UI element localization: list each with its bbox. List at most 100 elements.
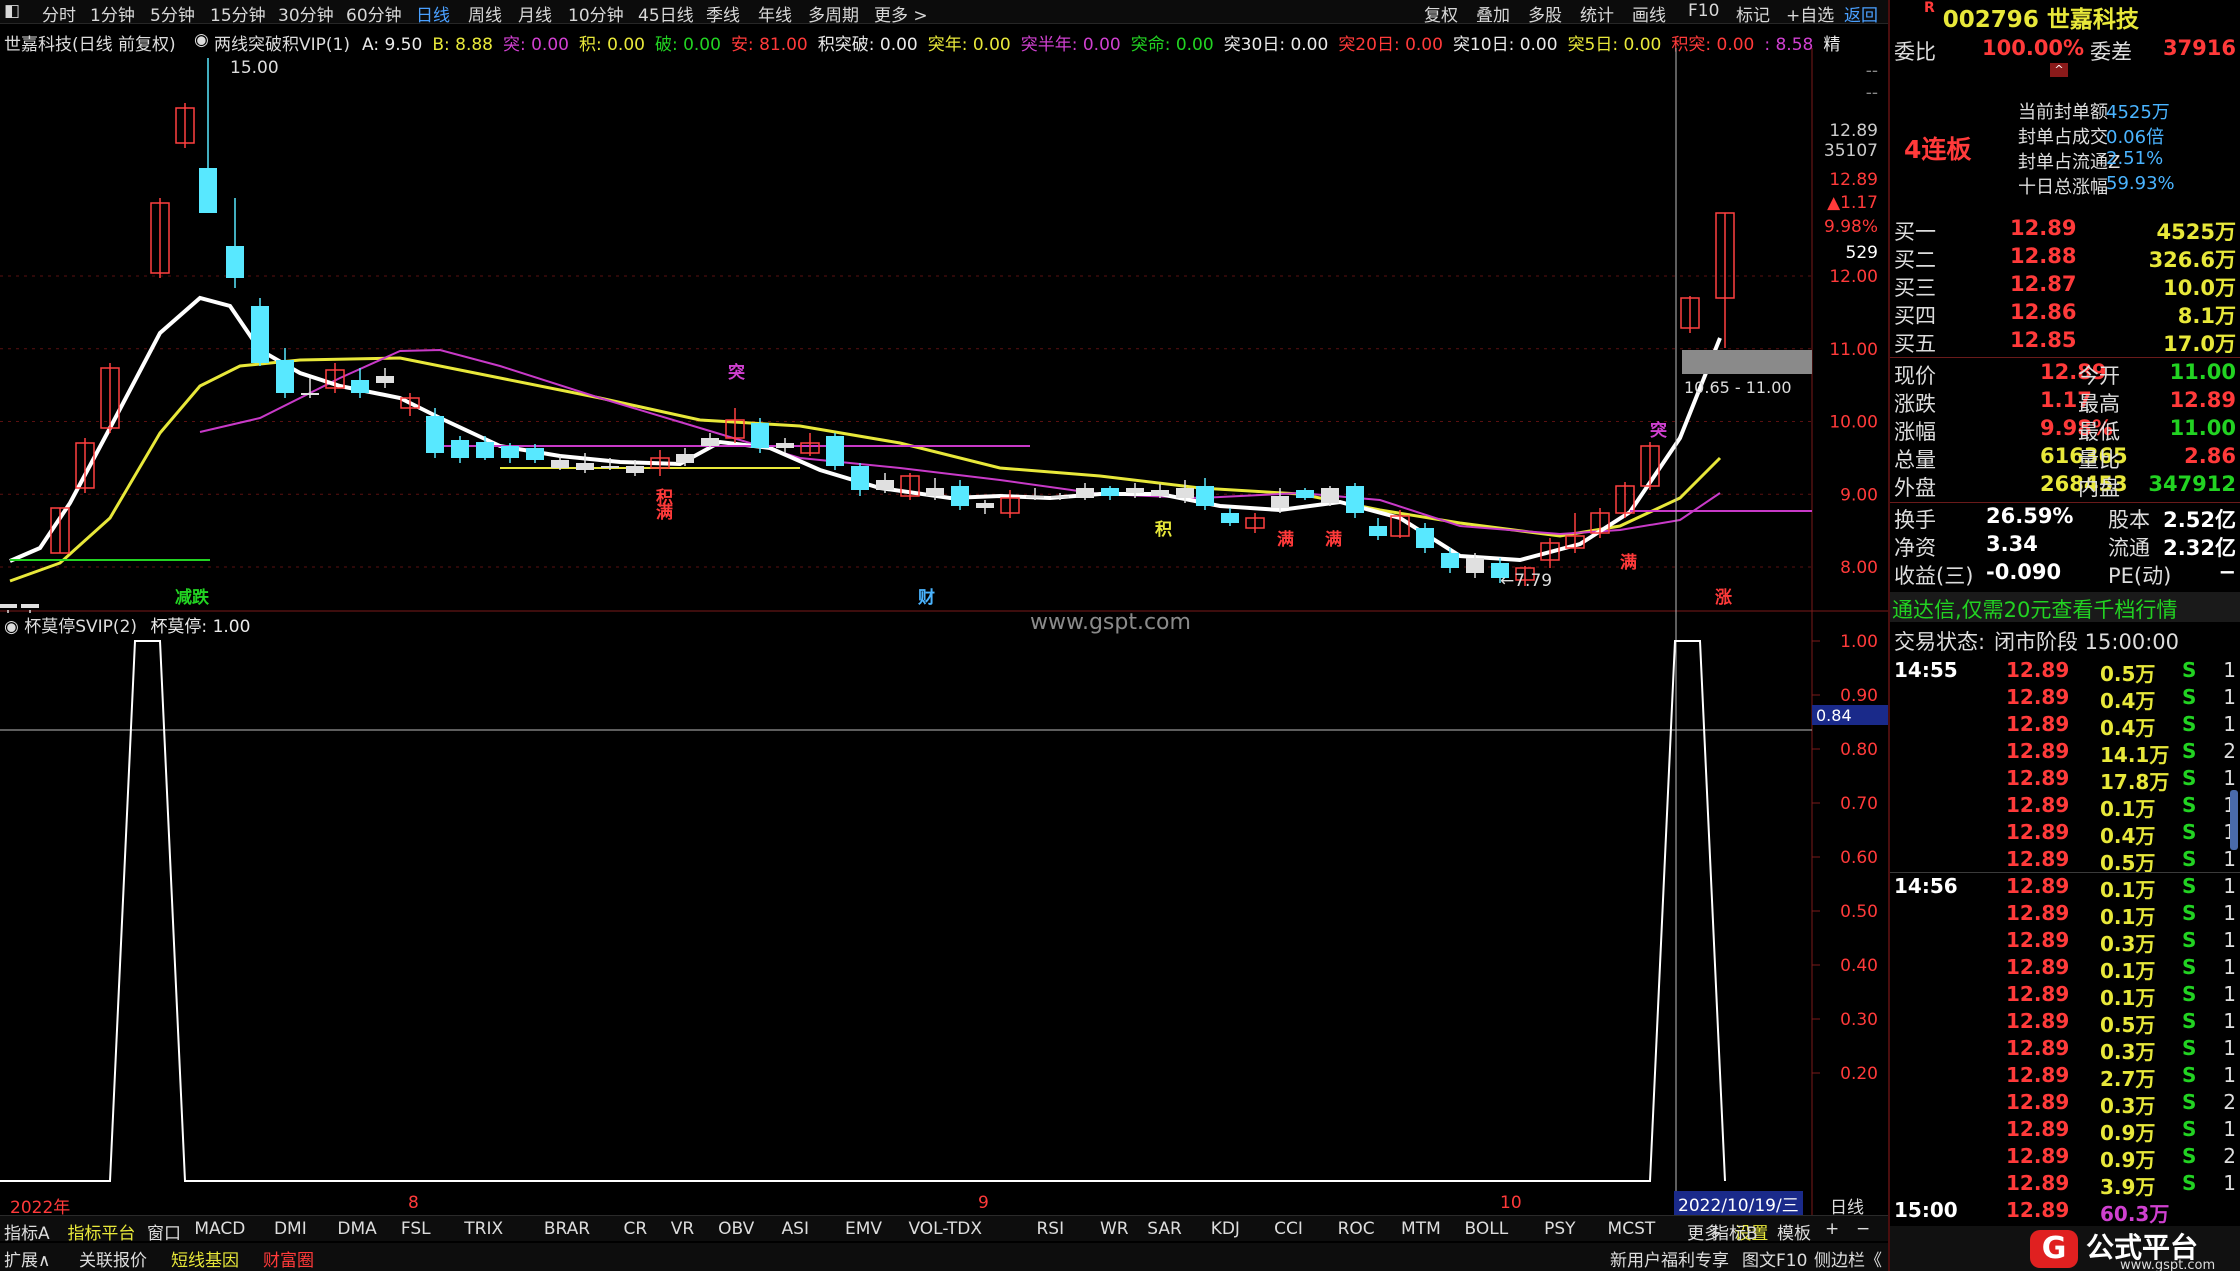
sub-chart-title[interactable]: 杯莫停SVIP(2): [24, 617, 137, 637]
indicator-b-tab[interactable]: +: [1825, 1219, 1839, 1239]
bottom-right-link[interactable]: 新用户福利专享: [1610, 1246, 1729, 1271]
indicator-tab[interactable]: CR: [624, 1219, 648, 1239]
bottom-link[interactable]: 财富圈: [263, 1246, 314, 1271]
indicator-tab[interactable]: FSL: [401, 1219, 431, 1239]
tool-draw[interactable]: 画线: [1632, 1, 1666, 26]
indicator-tab[interactable]: ASI: [782, 1219, 809, 1239]
period-tab[interactable]: 10分钟: [568, 1, 624, 26]
indicator-tab[interactable]: SAR: [1147, 1219, 1182, 1239]
indicator-tab[interactable]: OBV: [718, 1219, 754, 1239]
seal-value: 2.51%: [2106, 148, 2164, 169]
sub-cursor-value: 0.84: [1816, 706, 1852, 725]
candle-body: [376, 376, 394, 383]
indicator-tab[interactable]: PSY: [1544, 1219, 1575, 1239]
period-tab[interactable]: 1分钟: [90, 1, 135, 26]
bottom-link[interactable]: 短线基因: [171, 1246, 239, 1271]
tool-stats[interactable]: 统计: [1580, 1, 1614, 26]
indicator-tab[interactable]: TRIX: [464, 1219, 503, 1239]
indicator-tab[interactable]: BRAR: [544, 1219, 590, 1239]
tick-side: S: [2182, 928, 2197, 952]
candle-body: [526, 448, 544, 460]
tool-mark[interactable]: 标记: [1736, 1, 1770, 26]
bottom-link[interactable]: 扩展∧: [4, 1246, 50, 1271]
period-tab[interactable]: 60分钟: [346, 1, 402, 26]
seal-label: 封单占成交: [2018, 127, 2108, 148]
tool-f10[interactable]: F10: [1688, 1, 1719, 21]
indicator-tab[interactable]: EMV: [845, 1219, 882, 1239]
candle-body: [551, 460, 569, 468]
candle-body: [951, 486, 969, 506]
indicator-tab[interactable]: WR: [1100, 1219, 1129, 1239]
period-tab[interactable]: 分时: [42, 1, 76, 26]
quote-label: 量比: [2078, 448, 2120, 472]
tick-scrollbar[interactable]: [2230, 790, 2238, 850]
candle-body: [1076, 488, 1094, 498]
period-tab[interactable]: 30分钟: [278, 1, 334, 26]
tick-count: 1: [2223, 1063, 2236, 1087]
collapse-icon[interactable]: ^: [2050, 63, 2068, 77]
period-tab-more[interactable]: 更多 >: [874, 1, 928, 26]
indicator-b-tab[interactable]: 指标B: [1712, 1219, 1758, 1244]
period-tab[interactable]: 月线: [518, 1, 552, 26]
menu-icon[interactable]: ◧: [4, 1, 20, 21]
period-tab[interactable]: 年线: [758, 1, 792, 26]
period-tab[interactable]: 15分钟: [210, 1, 266, 26]
indicator-tab[interactable]: 指标A: [4, 1219, 50, 1244]
seal-value: 4525万: [2106, 102, 2170, 123]
indicator-tab[interactable]: MTM: [1401, 1219, 1441, 1239]
promo-banner[interactable]: 通达信,仅需20元查看千档行情: [1890, 592, 2240, 622]
price-tick: 12.00: [1829, 267, 1878, 287]
sub-axis-tick: 1.00: [1840, 632, 1878, 652]
grid-lines: [0, 275, 1812, 568]
candlesticks: 10.65 - 11.00 15.00 ←7.79: [0, 48, 1812, 1215]
kline-chart[interactable]: 10.65 - 11.0015.00←7.79 减跌财涨突积满积满满满突 12.…: [0, 48, 1888, 1215]
tick-side: S: [2182, 1171, 2197, 1195]
indicator-b-tab[interactable]: −: [1856, 1219, 1870, 1239]
period-tab[interactable]: 季线: [706, 1, 740, 26]
promo-text[interactable]: 通达信,仅需20元查看千档行情: [1892, 594, 2177, 624]
stat-value: 2.52亿: [2163, 508, 2236, 532]
indicator-tab[interactable]: BOLL: [1465, 1219, 1509, 1239]
indicator-tab[interactable]: RSI: [1037, 1219, 1065, 1239]
candle-body: [776, 443, 794, 448]
tool-back[interactable]: 返回: [1844, 1, 1878, 26]
period-tab[interactable]: 5分钟: [150, 1, 195, 26]
period-tab[interactable]: 45日线: [638, 1, 694, 26]
indicator-tab[interactable]: CCI: [1274, 1219, 1303, 1239]
price-tick: 8.00: [1840, 558, 1878, 578]
sub-indicator-chart: [0, 640, 1726, 1182]
tick-volume: 0.3万: [2100, 932, 2156, 956]
sub-settings-icon[interactable]: ◉: [4, 617, 19, 637]
tick-side: S: [2182, 901, 2197, 925]
indicator-tab[interactable]: 窗口: [147, 1219, 181, 1244]
bottom-right-link[interactable]: 图文F10: [1742, 1246, 1807, 1271]
candle-body: [1321, 488, 1339, 503]
period-tab[interactable]: 周线: [468, 1, 502, 26]
indicator-tab[interactable]: KDJ: [1211, 1219, 1240, 1239]
tool-overlay[interactable]: 叠加: [1476, 1, 1510, 26]
indicator-tab[interactable]: 指标平台: [67, 1219, 135, 1244]
bottom-link[interactable]: 关联报价: [79, 1246, 147, 1271]
watermark: www.gspt.com: [1030, 610, 1191, 635]
indicator-b-tab[interactable]: 模板: [1777, 1219, 1811, 1244]
indicator-tab[interactable]: MACD: [194, 1219, 245, 1239]
tool-add-watch[interactable]: +自选: [1786, 1, 1834, 26]
indicator-tab[interactable]: DMA: [337, 1219, 376, 1239]
tool-fuquan[interactable]: 复权: [1424, 1, 1458, 26]
indicator-tab[interactable]: VR: [671, 1219, 694, 1239]
candle-body: [1271, 496, 1289, 508]
sub-axis-tick: 0.80: [1840, 740, 1878, 760]
period-tab[interactable]: 多周期: [808, 1, 859, 26]
weibi-label: 委比: [1894, 40, 1936, 64]
indicator-tab[interactable]: DMI: [274, 1219, 307, 1239]
indicator-tab[interactable]: MCST: [1608, 1219, 1656, 1239]
tick-volume: 0.1万: [2100, 905, 2156, 929]
signal-marker: 积: [1155, 520, 1172, 540]
settings-icon[interactable]: ◉: [194, 30, 209, 50]
tick-volume: 0.9万: [2100, 1121, 2156, 1145]
indicator-tab[interactable]: VOL-TDX: [908, 1219, 982, 1239]
indicator-tab[interactable]: ROC: [1338, 1219, 1375, 1239]
tool-multi[interactable]: 多股: [1528, 1, 1562, 26]
period-tab-active[interactable]: 日线: [416, 1, 450, 26]
bottom-right-link[interactable]: 侧边栏《: [1814, 1246, 1882, 1271]
